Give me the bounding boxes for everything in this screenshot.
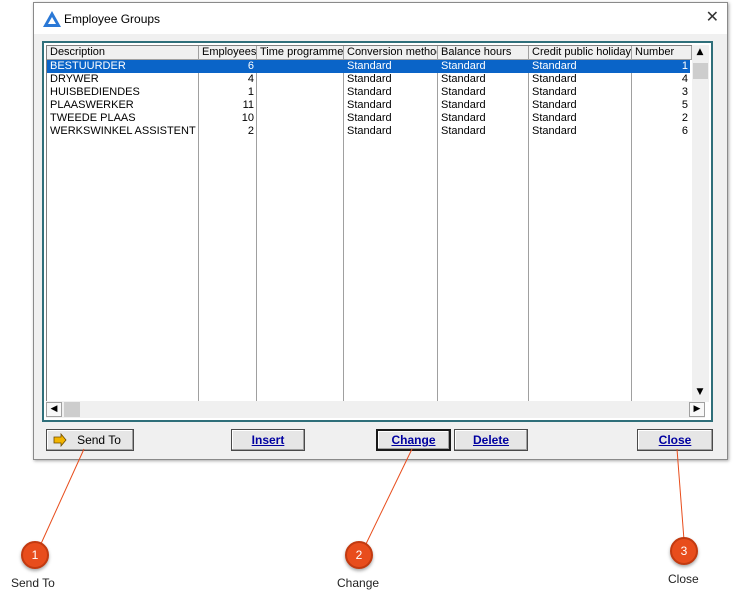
callout-badge-2: 2: [345, 541, 373, 569]
callout-badge-1: 1: [21, 541, 49, 569]
callout-lines: [39, 448, 685, 547]
callout-label-close: Close: [668, 572, 699, 586]
callout-label-send-to: Send To: [11, 576, 55, 590]
callout-badge-3: 3: [670, 537, 698, 565]
callout-label-change: Change: [337, 576, 380, 590]
